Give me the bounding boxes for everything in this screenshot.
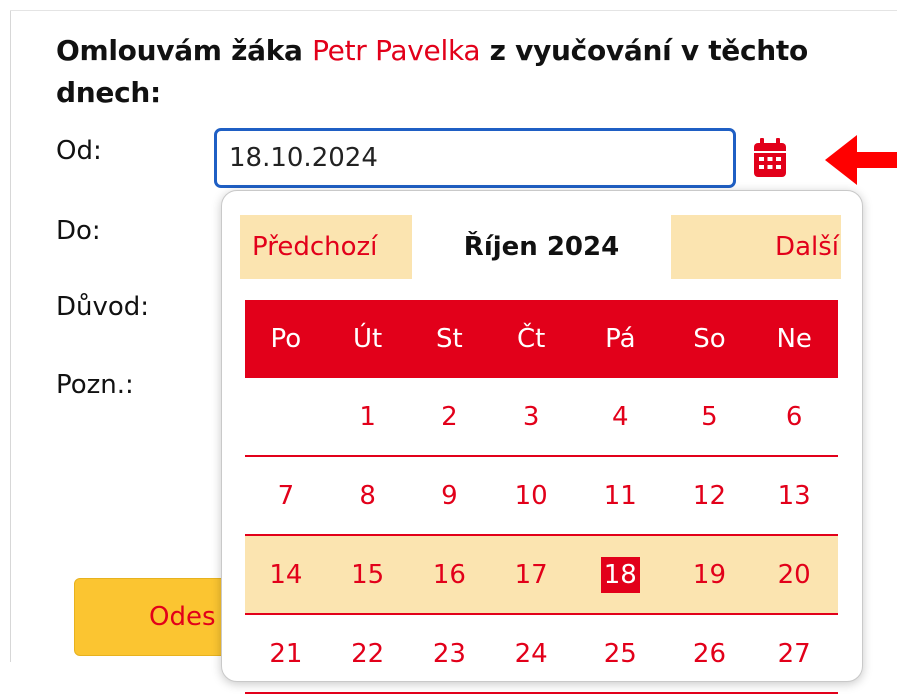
calendar-day[interactable]: 22 [326,614,409,694]
calendar-day[interactable]: 11 [572,456,669,536]
submit-button[interactable]: Odes [74,578,244,656]
calendar-day[interactable]: 25 [572,614,669,694]
reason-label: Důvod: [56,292,150,322]
calendar-day[interactable]: 13 [750,456,838,536]
calendar-week-row: 1 2 3 4 5 6 [245,378,838,457]
calendar-day-empty [245,378,327,457]
weekday-header: Út [326,300,409,378]
calendar-day[interactable]: 1 [326,378,409,457]
arrow-left-icon [825,135,897,185]
calendar-day[interactable]: 27 [750,614,838,694]
calendar-day[interactable]: 15 [326,535,409,615]
calendar-day[interactable]: 3 [490,378,572,457]
calendar-day[interactable]: 8 [326,456,409,536]
calendar-day-selected[interactable]: 18 [572,535,669,615]
calendar-week-row: 7 8 9 10 11 12 13 [245,456,838,536]
calendar-day[interactable]: 20 [750,535,838,615]
calendar-day[interactable]: 6 [750,378,838,457]
calendar-grid: Po Út St Čt Pá So Ne 1 2 3 4 5 6 7 8 9 1… [245,300,838,694]
from-date-input[interactable] [214,128,736,188]
calendar-day[interactable]: 5 [668,378,751,457]
calendar-day[interactable]: 21 [245,614,327,694]
to-label: Do: [56,216,101,246]
calendar-day[interactable]: 26 [668,614,751,694]
note-label: Pozn.: [56,370,134,400]
weekday-header-row: Po Út St Čt Pá So Ne [245,300,838,378]
calendar-week-row-current: 14 15 16 17 18 19 20 [245,535,838,615]
calendar-week-row: 21 22 23 24 25 26 27 [245,614,838,694]
month-title: Říjen 2024 [463,232,620,262]
weekday-header: Čt [490,300,572,378]
calendar-day[interactable]: 23 [408,614,491,694]
calendar-day[interactable]: 9 [408,456,491,536]
weekday-header: Pá [572,300,669,378]
selected-day-label: 18 [600,556,640,593]
calendar-day[interactable]: 2 [408,378,491,457]
calendar-day[interactable]: 12 [668,456,751,536]
calendar-day[interactable]: 17 [490,535,572,615]
student-name: Petr Pavelka [312,34,481,67]
calendar-day[interactable]: 14 [245,535,327,615]
calendar-day[interactable]: 4 [572,378,669,457]
weekday-header: St [408,300,491,378]
form-heading: Omlouvám žáka Petr Pavelka z vyučování v… [56,30,856,114]
frame-border-left [10,10,11,662]
datepicker-popup: Předchozí Říjen 2024 Další Po Út St Čt P… [221,190,863,694]
calendar-day[interactable]: 16 [408,535,491,615]
heading-prefix: Omlouvám žáka [56,34,313,67]
next-month-button[interactable]: Další [671,215,841,279]
from-label: Od: [56,136,102,166]
calendar-day[interactable]: 24 [490,614,572,694]
calendar-icon[interactable] [752,138,788,178]
calendar-day[interactable]: 10 [490,456,572,536]
calendar-day[interactable]: 7 [245,456,327,536]
frame-border-top [10,10,897,11]
weekday-header: So [668,300,751,378]
weekday-header: Ne [750,300,838,378]
previous-month-button[interactable]: Předchozí [240,215,412,279]
weekday-header: Po [245,300,327,378]
calendar-day[interactable]: 19 [668,535,751,615]
